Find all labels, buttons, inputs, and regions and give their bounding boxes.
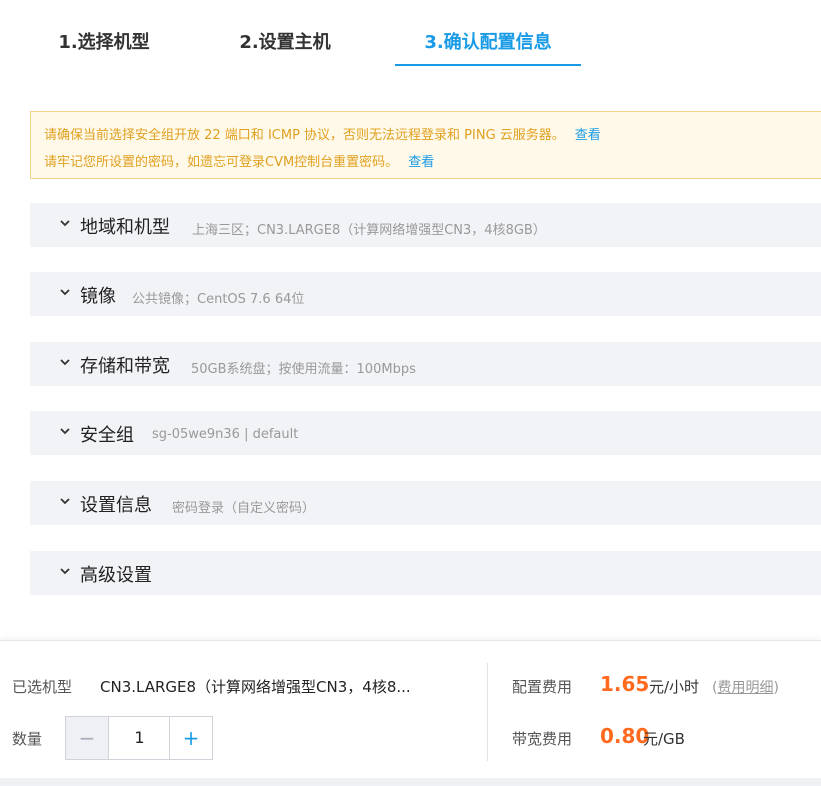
section-title: 存储和带宽 <box>80 356 170 377</box>
chevron-down-icon <box>60 498 70 505</box>
notice-text-2: 请牢记您所设置的密码，如遗忘可登录CVM控制台重置密码。 <box>44 155 399 170</box>
chevron-down-icon <box>60 359 70 366</box>
increase-button[interactable]: + <box>169 717 212 759</box>
section-title: 镜像 <box>80 286 116 307</box>
notice-line-security-group: 请确保当前选择安全组开放 22 端口和 ICMP 协议，否则无法远程登录和 PI… <box>44 124 601 143</box>
decrease-button[interactable]: − <box>66 717 109 759</box>
config-fee-label: 配置费用 <box>512 678 573 696</box>
fee-detail-link-wrapper: (费用明细) <box>712 677 779 697</box>
section-storage-bandwidth[interactable]: 存储和带宽 50GB系统盘；按使用流量：100Mbps <box>30 342 821 386</box>
bandwidth-fee-price: 0.80 <box>600 724 650 748</box>
section-summary: 密码登录（自定义密码） <box>172 501 316 516</box>
section-title: 设置信息 <box>80 495 152 516</box>
config-fee-unit: 元/小时 <box>649 678 700 696</box>
section-title: 高级设置 <box>80 565 152 586</box>
section-image[interactable]: 镜像 公共镜像；CentOS 7.6 64位 <box>30 272 821 316</box>
section-advanced-settings[interactable]: 高级设置 <box>30 551 821 595</box>
selected-model-value: CN3.LARGE8（计算网络增强型CN3，4核8... <box>100 678 411 696</box>
section-title: 地域和机型 <box>80 217 170 238</box>
section-summary: 上海三区；CN3.LARGE8（计算网络增强型CN3，4核8GB） <box>192 223 546 238</box>
notice-line-password: 请牢记您所设置的密码，如遗忘可登录CVM控制台重置密码。 查看 <box>44 151 434 170</box>
footer-divider <box>487 663 488 761</box>
order-summary-footer: 已选机型 CN3.LARGE8（计算网络增强型CN3，4核8... 数量 − 1… <box>0 640 821 786</box>
quantity-input[interactable]: 1 <box>109 717 170 759</box>
quantity-stepper: − 1 + <box>65 716 213 760</box>
section-settings-info[interactable]: 设置信息 密码登录（自定义密码） <box>30 481 821 525</box>
fee-detail-close-paren: ) <box>773 680 779 696</box>
notice-text-1: 请确保当前选择安全组开放 22 端口和 ICMP 协议，否则无法远程登录和 PI… <box>44 128 565 143</box>
chevron-down-icon <box>60 220 70 227</box>
fee-detail-link[interactable]: 费用明细 <box>717 680 773 696</box>
chevron-down-icon <box>60 568 70 575</box>
chevron-down-icon <box>60 428 70 435</box>
quantity-label: 数量 <box>12 730 43 748</box>
section-summary: sg-05we9n36 | default <box>152 427 299 442</box>
step-select-model[interactable]: 1.选择机型 <box>30 30 178 66</box>
section-summary: 50GB系统盘；按使用流量：100Mbps <box>191 362 416 377</box>
bandwidth-fee-label: 带宽费用 <box>512 730 573 748</box>
step-confirm-config[interactable]: 3.确认配置信息 <box>395 30 581 66</box>
section-region-model[interactable]: 地域和机型 上海三区；CN3.LARGE8（计算网络增强型CN3，4核8GB） <box>30 203 821 247</box>
chevron-down-icon <box>60 289 70 296</box>
selected-model-label: 已选机型 <box>12 678 73 696</box>
section-title: 安全组 <box>80 425 134 446</box>
bandwidth-fee-unit: 元/GB <box>643 730 685 748</box>
section-security-group[interactable]: 安全组 sg-05we9n36 | default <box>30 411 821 455</box>
section-summary: 公共镜像；CentOS 7.6 64位 <box>132 292 305 307</box>
notice-view-link-1[interactable]: 查看 <box>575 128 601 143</box>
config-fee-price: 1.65 <box>600 672 650 696</box>
step-setup-host[interactable]: 2.设置主机 <box>210 30 360 66</box>
wizard-steps: 1.选择机型 2.设置主机 3.确认配置信息 <box>0 0 821 70</box>
notice-view-link-2[interactable]: 查看 <box>408 155 434 170</box>
warning-notice: 请确保当前选择安全组开放 22 端口和 ICMP 协议，否则无法远程登录和 PI… <box>30 111 821 179</box>
